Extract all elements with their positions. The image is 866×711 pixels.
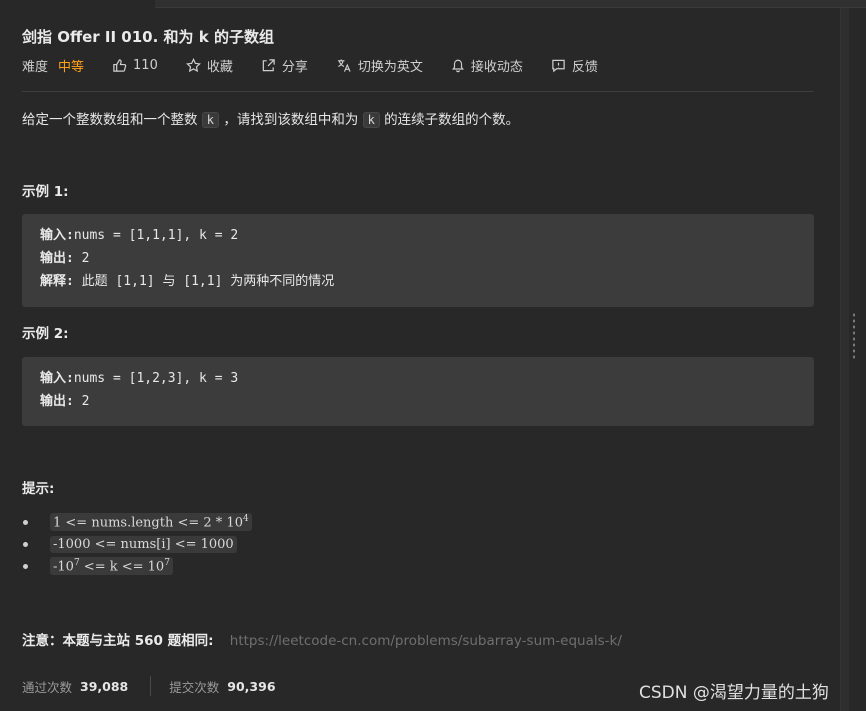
inline-code-k: k	[201, 112, 220, 128]
subscribe-label: 接收动态	[470, 59, 523, 75]
watermark: CSDN @渴望力量的土狗	[639, 683, 829, 703]
submitted-count: 90,396	[227, 678, 276, 694]
problem-description: 给定一个整数数组和一个整数 k ，请找到该数组中和为 k 的连续子数组的个数。	[22, 108, 519, 128]
accepted-count: 39,088	[80, 678, 129, 694]
feedback-button[interactable]: 反馈	[551, 56, 598, 75]
hints-list: 1 <= nums.length <= 2 * 104 -1000 <= num…	[23, 511, 252, 577]
accepted-label: 通过次数	[22, 679, 73, 695]
thumbs-up-icon	[113, 58, 127, 72]
share-label: 分享	[281, 59, 308, 75]
original-problem-link[interactable]: https://leetcode-cn.com/problems/subarra…	[230, 633, 622, 649]
feedback-icon	[552, 59, 565, 72]
difficulty-value: 中等	[58, 59, 85, 75]
switch-language-button[interactable]: 切换为英文	[336, 56, 423, 75]
star-icon	[185, 57, 201, 72]
favorite-label: 收藏	[206, 59, 233, 75]
share-button[interactable]: 分享	[261, 56, 308, 75]
share-icon	[262, 58, 275, 71]
submitted-label: 提交次数	[169, 679, 220, 695]
hints-heading: 提示:	[22, 481, 55, 497]
switch-language-label: 切换为英文	[357, 59, 423, 75]
note: 注意：本题与主站 560 题相同: https://leetcode-cn.co…	[22, 629, 622, 649]
example-2-output: 输出: 2	[40, 394, 90, 409]
example-2-heading: 示例 2:	[22, 326, 69, 342]
example-1-explanation: 解释: 此题 [1,1] 与 [1,1] 为两种不同的情况	[40, 274, 335, 289]
example-1-input: 输入:nums = [1,1,1], k = 2	[40, 228, 239, 243]
hint-item: -1000 <= nums[i] <= 1000	[23, 533, 252, 555]
header-divider	[22, 91, 814, 92]
favorite-button[interactable]: 收藏	[185, 56, 233, 75]
feedback-label: 反馈	[571, 59, 598, 75]
scrollbar-track[interactable]	[840, 8, 849, 711]
description-text: 的连续子数组的个数。	[384, 112, 520, 128]
like-button[interactable]: 110	[112, 58, 158, 73]
hint-item: -107 <= k <= 107	[23, 555, 252, 577]
example-2-input: 输入:nums = [1,2,3], k = 3	[40, 371, 239, 386]
example-1-heading: 示例 1:	[22, 184, 69, 200]
top-bar-panel	[155, 0, 866, 8]
description-text: ，请找到该数组中和为	[223, 112, 359, 128]
translate-icon	[337, 58, 351, 72]
problem-meta-bar: 难度 中等 110 收藏 分享 切换为英文 接收动态 反馈	[22, 56, 626, 75]
stats-divider	[150, 676, 152, 696]
example-1-output: 输出: 2	[40, 251, 90, 266]
description-text: 给定一个整数数组和一个整数	[22, 112, 198, 128]
problem-title: 剑指 Offer II 010. 和为 k 的子数组	[22, 28, 274, 46]
example-2-block: 输入:nums = [1,2,3], k = 3 输出: 2	[22, 357, 814, 426]
example-1-block: 输入:nums = [1,1,1], k = 2 输出: 2 解释: 此题 [1…	[22, 214, 814, 307]
like-count: 110	[133, 57, 158, 73]
inline-code-k: k	[362, 112, 380, 128]
hint-item: 1 <= nums.length <= 2 * 104	[23, 511, 252, 533]
subscribe-button[interactable]: 接收动态	[451, 56, 523, 75]
difficulty-label: 难度	[22, 59, 49, 75]
note-label: 注意：本题与主站 560 题相同:	[22, 633, 214, 649]
resize-handle[interactable]	[852, 312, 856, 360]
bell-icon	[451, 59, 464, 72]
submission-stats: 通过次数 39,088 提交次数 90,396	[22, 676, 276, 696]
